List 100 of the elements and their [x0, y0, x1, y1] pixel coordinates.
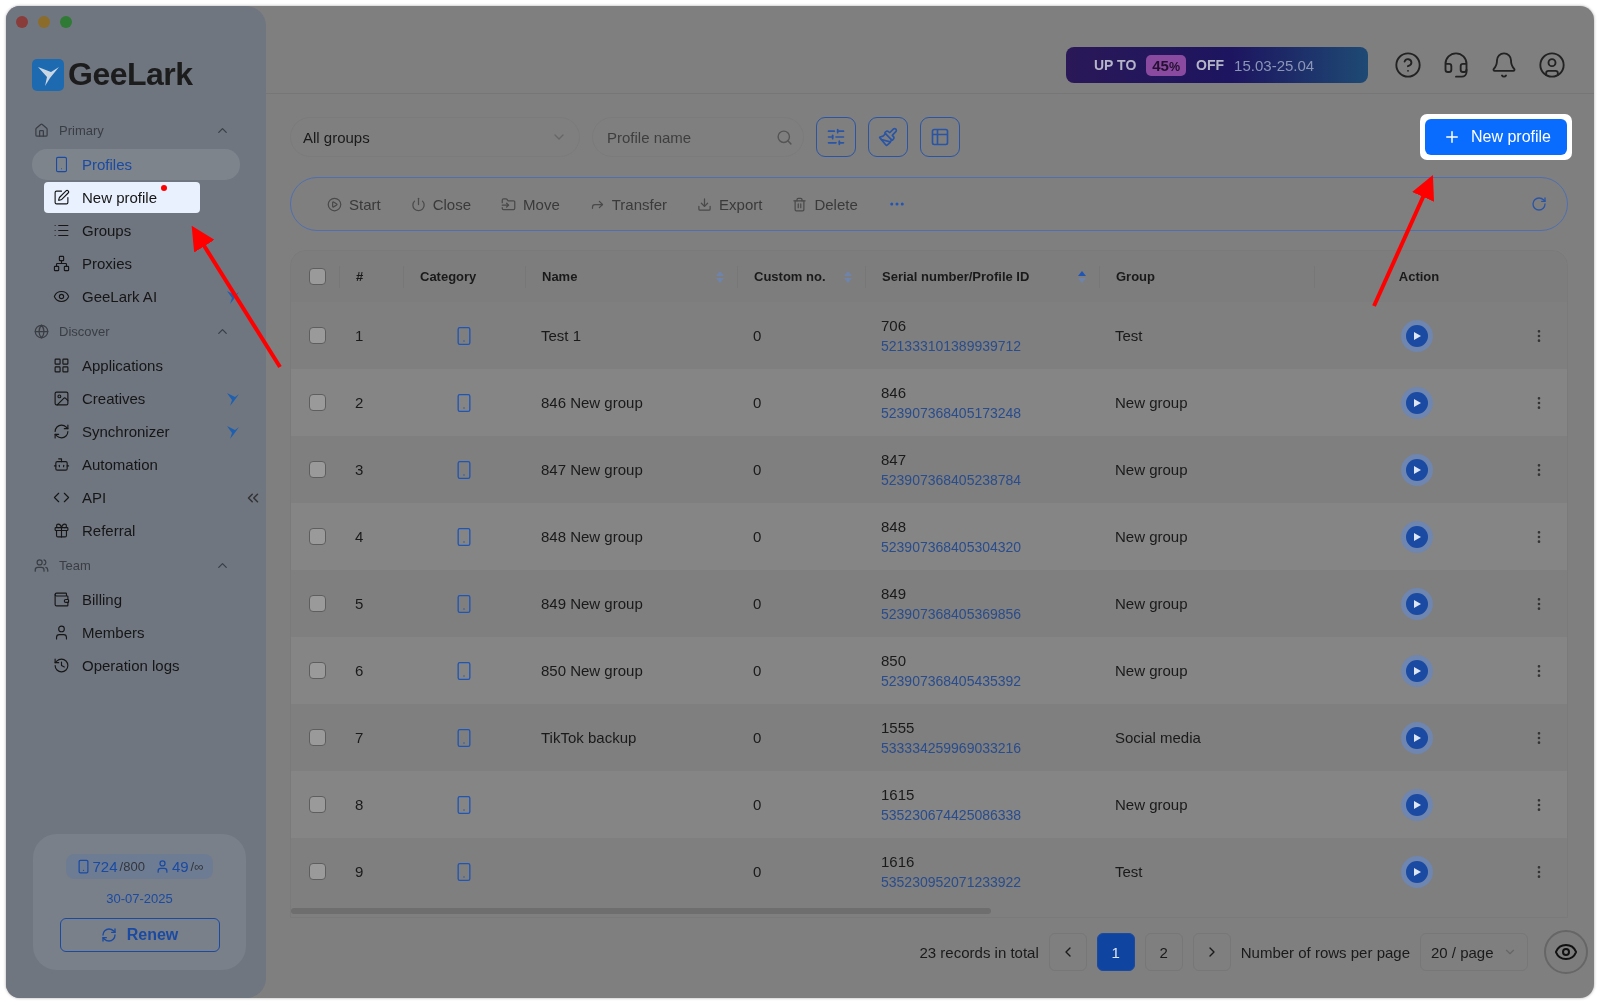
table-cell-text: 0	[752, 796, 763, 813]
start-button[interactable]	[1400, 788, 1433, 821]
sidebar-item[interactable]: Applications	[32, 350, 240, 381]
notification-icon[interactable]	[1490, 51, 1518, 79]
serial-number: 706	[881, 317, 907, 334]
play-icon	[1411, 799, 1422, 810]
sidebar-item[interactable]: Groups	[32, 215, 240, 246]
help-icon[interactable]	[1394, 51, 1422, 79]
row-checkbox[interactable]	[309, 729, 326, 746]
table-icon	[930, 127, 950, 147]
start-button[interactable]	[1400, 654, 1433, 687]
phone-icon	[53, 156, 70, 173]
play-icon	[1411, 665, 1422, 676]
sidebar-item[interactable]: Referral	[32, 515, 240, 546]
play-icon	[1411, 397, 1422, 408]
table-cell-text: 0	[752, 394, 763, 411]
row-checkbox[interactable]	[309, 461, 326, 478]
profile-id: 523907368405369856	[881, 606, 1022, 622]
home-icon	[34, 122, 49, 138]
support-icon[interactable]	[1442, 51, 1470, 79]
users-icon	[34, 557, 49, 573]
sidebar-item[interactable]: Members	[32, 617, 240, 648]
bird-icon	[226, 423, 240, 440]
refresh-icon	[100, 927, 117, 943]
promo-banner[interactable]: UP TO 45% OFF 15.03-25.04	[1066, 47, 1368, 83]
column-header: Action	[1314, 265, 1519, 288]
table-cell-text: 6	[354, 662, 365, 679]
sidebar-item[interactable]: Creatives	[32, 383, 240, 414]
section-header[interactable]: Discover	[6, 314, 266, 348]
section-header[interactable]: Primary	[6, 113, 266, 147]
logo-text: GeeLark	[68, 56, 193, 93]
rows-per-page-label: Number of rows per page	[1240, 943, 1410, 961]
page-size-select[interactable]: 20 / page	[1420, 933, 1528, 971]
profile-id: 535230674425086338	[881, 807, 1022, 823]
page-button[interactable]: 1	[1096, 933, 1135, 971]
user-icon	[53, 624, 70, 641]
sidebar-item[interactable]: Operation logs	[32, 650, 240, 681]
table-cell-text: 0	[752, 595, 763, 612]
sidebar-item[interactable]: Profiles	[32, 149, 240, 180]
play-icon	[1411, 598, 1422, 609]
start-button[interactable]	[1400, 721, 1433, 754]
sidebar-item[interactable]: API	[32, 482, 240, 513]
clean-button[interactable]	[868, 117, 908, 157]
profile-id: 535230952071233922	[881, 874, 1022, 890]
row-checkbox[interactable]	[309, 796, 326, 813]
sidebar-item[interactable]: Billing	[32, 584, 240, 615]
refresh-icon[interactable]	[1531, 196, 1547, 212]
search-input[interactable]: Profile name	[605, 127, 776, 147]
play-icon	[327, 196, 342, 212]
row-checkbox[interactable]	[309, 662, 326, 679]
profile-id: 533334259969033216	[881, 740, 1022, 756]
sidebar-item[interactable]: Synchronizer	[32, 416, 240, 447]
table-cell-text: New group	[1114, 595, 1189, 612]
assistant-button[interactable]	[1544, 930, 1588, 974]
table-cell-text: New group	[1114, 528, 1189, 545]
row-checkbox[interactable]	[309, 595, 326, 612]
play-icon	[1411, 464, 1422, 475]
list-icon	[53, 222, 70, 239]
sidebar-item[interactable]: New profile	[44, 182, 200, 213]
account-icon[interactable]	[1538, 51, 1566, 79]
row-checkbox[interactable]	[309, 863, 326, 880]
page-button[interactable]: 2	[1144, 933, 1183, 971]
start-button[interactable]	[1400, 520, 1433, 553]
bird-icon	[226, 390, 240, 407]
row-checkbox[interactable]	[309, 394, 326, 411]
start-button[interactable]	[1400, 587, 1433, 620]
table-cell-text: 8	[354, 796, 365, 813]
grid-icon	[53, 357, 70, 374]
sidebar-item[interactable]: Automation	[32, 449, 240, 480]
serial-number: 846	[881, 384, 907, 401]
renew-button[interactable]: Renew	[59, 918, 220, 952]
close-window-icon[interactable]	[16, 16, 28, 28]
columns-button[interactable]	[920, 117, 960, 157]
column-header: Serial number/Profile ID	[865, 265, 1099, 288]
folder-icon	[501, 196, 517, 212]
table-cell-text: 0	[752, 662, 763, 679]
section-header[interactable]: Team	[6, 548, 266, 582]
table-cell-text: New group	[1114, 662, 1189, 679]
start-button[interactable]	[1400, 319, 1433, 352]
serial-number: 849	[881, 585, 907, 602]
row-checkbox[interactable]	[309, 528, 326, 545]
eye-icon	[53, 288, 70, 305]
filter-button[interactable]	[816, 117, 856, 157]
table-cell-text: 0	[752, 461, 763, 478]
start-button[interactable]	[1400, 453, 1433, 486]
profile-id: 523907368405173248	[881, 405, 1022, 421]
start-button[interactable]	[1400, 855, 1433, 888]
wallet-icon	[53, 591, 70, 608]
start-button[interactable]	[1400, 386, 1433, 419]
select-all-checkbox[interactable]	[309, 268, 326, 285]
profile-id: 523907368405238784	[881, 472, 1022, 488]
table-cell-text: New group	[1114, 796, 1189, 813]
column-header: Name	[525, 265, 737, 288]
table-cell-text: 9	[354, 863, 365, 880]
sidebar-item[interactable]: Proxies	[32, 248, 240, 279]
sidebar-item[interactable]: GeeLark AI	[32, 281, 240, 312]
new-profile-button[interactable]: New profile	[1424, 119, 1567, 155]
row-checkbox[interactable]	[309, 327, 326, 344]
sliders-icon	[826, 127, 846, 147]
table-cell-text: Test	[1114, 863, 1144, 880]
